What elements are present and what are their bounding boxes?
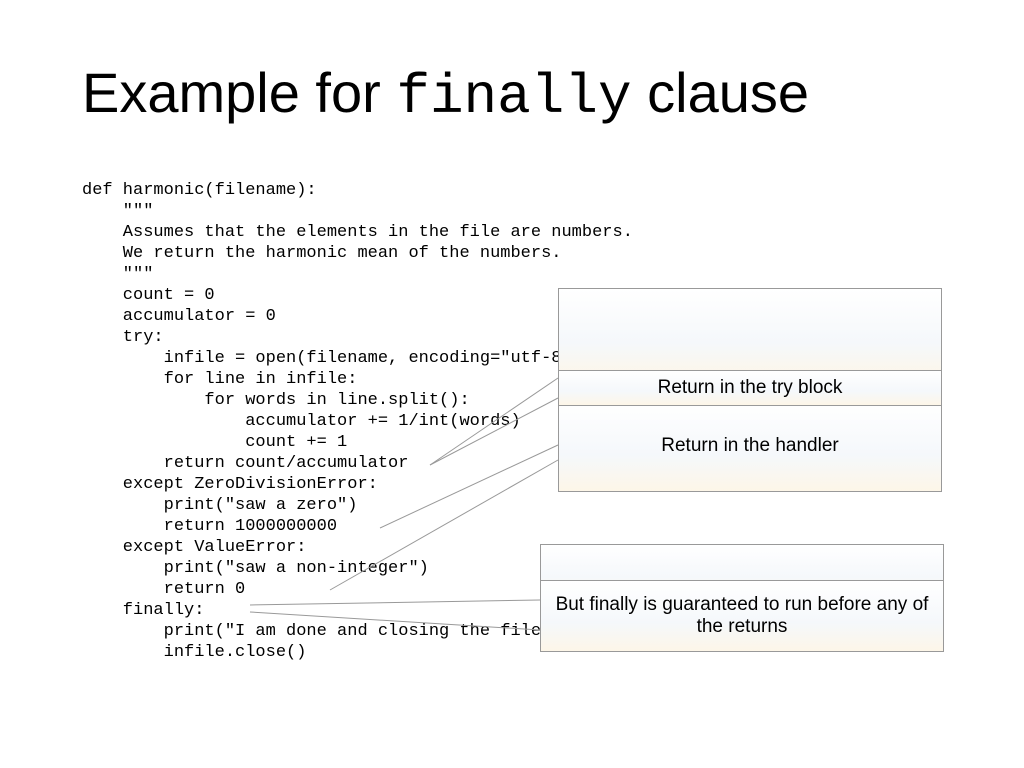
slide: Example for finally clause def harmonic(…	[0, 0, 1024, 768]
slide-title: Example for finally clause	[82, 60, 809, 129]
title-post: clause	[632, 61, 809, 124]
callout-finally-note: But finally is guaranteed to run before …	[540, 580, 944, 652]
callout-return-handler: Return in the handler	[558, 400, 942, 492]
callout-return-try: Return in the try block	[558, 370, 942, 406]
title-mono: finally	[396, 65, 631, 129]
callout-return-try-text: Return in the try block	[658, 377, 843, 399]
callout-finally-text: But finally is guaranteed to run before …	[549, 594, 935, 638]
callout-return-handler-text: Return in the handler	[661, 435, 838, 457]
title-pre: Example for	[82, 61, 396, 124]
callout-box-upper	[558, 288, 942, 380]
